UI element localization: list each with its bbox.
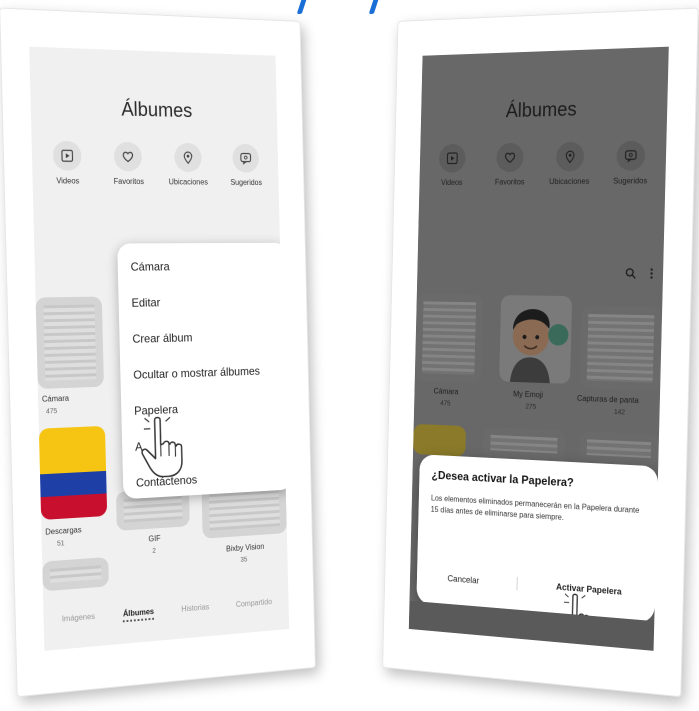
quick-link-label: Favoritos bbox=[494, 177, 525, 187]
quick-link-videos[interactable]: Videos bbox=[425, 143, 480, 187]
album-thumbnail-capturas[interactable] bbox=[579, 306, 663, 391]
quick-links: Videos Favoritos Ubicaciones Sugeridos bbox=[425, 140, 661, 187]
album-thumbnail[interactable] bbox=[482, 426, 566, 462]
album-label: Descargas bbox=[45, 525, 82, 537]
album-label: My Emoji bbox=[513, 389, 544, 400]
quick-link-label: Ubicaciones bbox=[168, 177, 208, 187]
cancel-button[interactable]: Cancelar bbox=[447, 573, 479, 585]
album-count: 275 bbox=[525, 403, 537, 411]
album-label: Capturas de panta bbox=[576, 393, 639, 406]
suggested-icon bbox=[232, 143, 260, 173]
dialog-title: ¿Desea activar la Papelera? bbox=[431, 468, 574, 490]
tab-compartido[interactable]: Compartido bbox=[236, 597, 272, 612]
suggested-icon bbox=[616, 140, 646, 171]
quick-link-label: Videos bbox=[56, 176, 80, 186]
quick-link-label: Sugeridos bbox=[613, 176, 648, 186]
left-phone-frame: Álbumes Videos Favoritos Ubicaciones Sug… bbox=[0, 7, 316, 698]
album-count: 475 bbox=[440, 400, 451, 408]
play-icon bbox=[52, 140, 82, 171]
page-title: Álbumes bbox=[505, 98, 577, 122]
location-pin-icon bbox=[555, 141, 584, 172]
quick-link-ubicaciones[interactable]: Ubicaciones bbox=[541, 141, 599, 187]
search-icon[interactable] bbox=[625, 267, 637, 279]
pointing-hand-icon bbox=[138, 415, 189, 481]
enable-trash-dialog: ¿Desea activar la Papelera? Los elemento… bbox=[416, 454, 659, 624]
album-count: 142 bbox=[613, 409, 626, 417]
album-label: Cámara bbox=[41, 393, 70, 404]
quick-link-videos[interactable]: Videos bbox=[37, 140, 97, 186]
toolbar-actions bbox=[625, 267, 654, 279]
divider bbox=[516, 576, 518, 591]
bottom-navigation: Imágenes Álbumes Historias Compartido bbox=[44, 596, 289, 629]
dialog-actions: Cancelar Activar Papelera bbox=[429, 570, 642, 600]
heart-icon bbox=[114, 141, 143, 172]
quick-link-favoritos[interactable]: Favoritos bbox=[99, 141, 157, 187]
album-count: 475 bbox=[46, 408, 58, 416]
quick-link-sugeridos[interactable]: Sugeridos bbox=[218, 143, 273, 187]
album-thumbnail[interactable] bbox=[579, 431, 659, 467]
album-thumbnail-my-emoji[interactable] bbox=[499, 295, 573, 384]
blue-accent-mark bbox=[368, 0, 381, 14]
album-label: Cámara bbox=[433, 386, 459, 397]
quick-link-label: Ubicaciones bbox=[549, 176, 590, 187]
quick-link-label: Sugeridos bbox=[230, 178, 263, 187]
blue-accent-mark bbox=[296, 0, 309, 14]
quick-links: Videos Favoritos Ubicaciones Sugeridos bbox=[37, 140, 273, 187]
quick-link-favoritos[interactable]: Favoritos bbox=[482, 142, 539, 187]
album-count: 51 bbox=[56, 540, 65, 548]
heart-icon bbox=[496, 142, 525, 173]
album-thumbnail-camara[interactable] bbox=[35, 296, 104, 389]
location-pin-icon bbox=[173, 142, 202, 173]
album-count: 35 bbox=[240, 556, 248, 564]
dialog-message: Los elementos eliminados permanecerán en… bbox=[430, 493, 640, 522]
tab-imagenes[interactable]: Imágenes bbox=[62, 612, 95, 628]
album-count: 2 bbox=[152, 547, 157, 555]
menu-item-crear-album[interactable]: Crear álbum bbox=[119, 318, 289, 358]
album-label: GIF bbox=[148, 533, 161, 544]
album-thumbnail-descargas[interactable] bbox=[38, 425, 108, 520]
quick-link-ubicaciones[interactable]: Ubicaciones bbox=[159, 142, 216, 187]
quick-link-label: Favoritos bbox=[113, 176, 145, 187]
quick-link-label: Videos bbox=[440, 178, 463, 187]
album-label: Bixby Vision bbox=[226, 542, 265, 554]
gallery-screen-dimmed: Álbumes Videos Favoritos Ubicaciones Sug… bbox=[408, 46, 669, 651]
album-thumbnail[interactable] bbox=[42, 556, 109, 592]
right-phone-frame: Álbumes Videos Favoritos Ubicaciones Sug… bbox=[382, 7, 699, 698]
gallery-screen: Álbumes Videos Favoritos Ubicaciones Sug… bbox=[29, 46, 290, 651]
quick-link-sugeridos[interactable]: Sugeridos bbox=[601, 140, 661, 186]
play-icon bbox=[438, 143, 466, 173]
page-title: Álbumes bbox=[121, 98, 193, 122]
tab-historias[interactable]: Historias bbox=[181, 603, 209, 618]
menu-item-camara[interactable]: Cámara bbox=[117, 248, 288, 285]
album-thumbnail-camara[interactable] bbox=[414, 293, 484, 383]
menu-item-editar[interactable]: Editar bbox=[118, 283, 288, 321]
album-thumbnail[interactable] bbox=[413, 423, 467, 457]
avatar bbox=[509, 308, 569, 384]
more-options-icon[interactable] bbox=[650, 268, 654, 280]
tab-albumes[interactable]: Álbumes bbox=[122, 607, 155, 623]
